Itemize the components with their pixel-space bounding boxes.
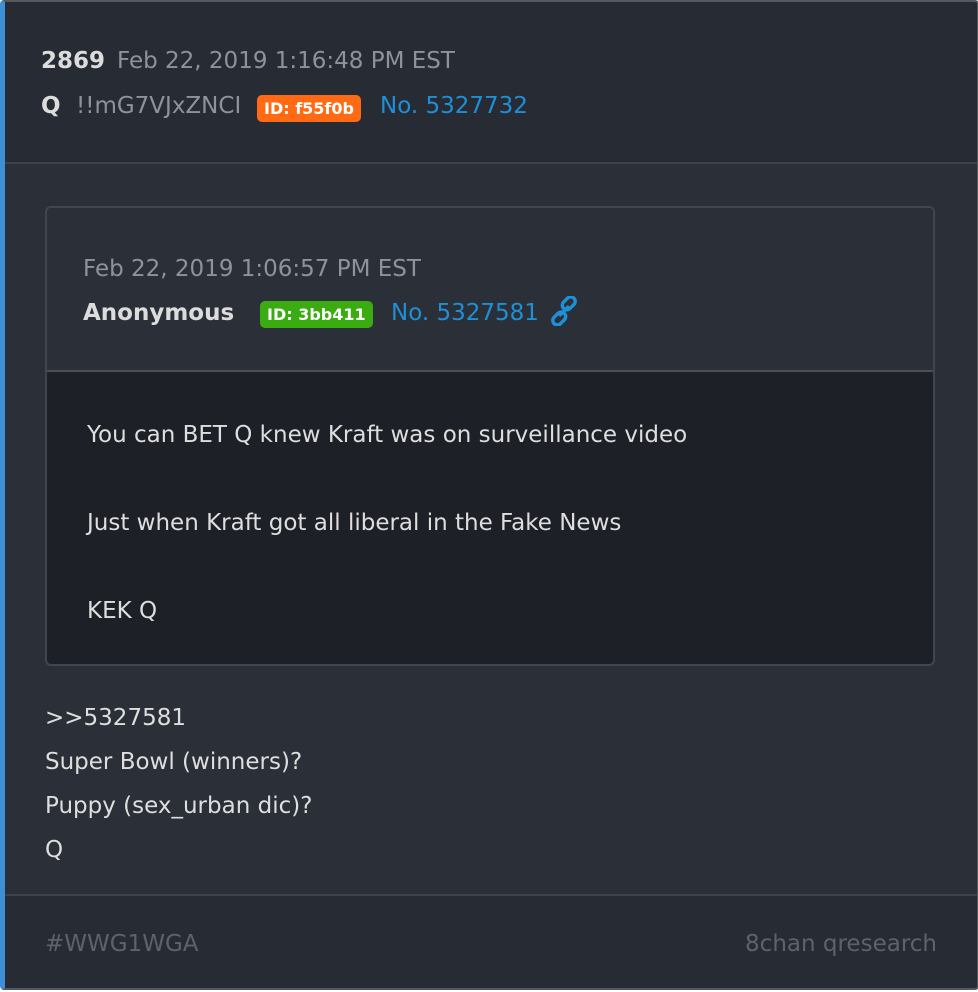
quoted-post-header: Feb 22, 2019 1:06:57 PM EST Anonymous ID… (47, 208, 933, 372)
post-date: Feb 22, 2019 1:16:48 PM EST (117, 48, 455, 74)
link-icon[interactable] (549, 295, 579, 327)
quoted-post-line: You can BET Q knew Kraft was on surveill… (87, 422, 688, 448)
quoted-post-author: Anonymous (83, 300, 235, 326)
post-body: >>5327581 Super Bowl (winners)? Puppy (s… (45, 703, 312, 879)
post-body-line: Puppy (sex_urban dic)? (45, 793, 313, 819)
post-author: Q (41, 93, 61, 119)
post-body-line: Super Bowl (winners)? (45, 749, 303, 775)
quoted-post: Feb 22, 2019 1:06:57 PM EST Anonymous ID… (45, 206, 935, 666)
quoted-post-line: Just when Kraft got all liberal in the F… (87, 510, 622, 536)
post-tripcode: !!mG7VJxZNCI (76, 93, 242, 119)
quoted-post-line: KEK Q (87, 598, 158, 624)
post-number: 2869 (41, 48, 106, 74)
post-footer: #WWG1WGA 8chan qresearch (5, 894, 977, 988)
quoted-post-body: You can BET Q knew Kraft was on surveill… (87, 420, 688, 664)
post-header: 2869 Feb 22, 2019 1:16:48 PM EST Q !!mG7… (5, 2, 977, 164)
post-body-line: >>5327581 (45, 705, 186, 731)
post-id-badge: ID: f55f0b (257, 95, 361, 122)
post-body-line: Q (45, 837, 64, 863)
board-source: 8chan qresearch (745, 931, 937, 957)
post-card: 2869 Feb 22, 2019 1:16:48 PM EST Q !!mG7… (0, 0, 978, 990)
quoted-post-number-link[interactable]: No. 5327581 (391, 300, 539, 326)
quoted-post-date: Feb 22, 2019 1:06:57 PM EST (83, 256, 421, 282)
quoted-post-id-badge: ID: 3bb411 (260, 301, 373, 328)
hashtag: #WWG1WGA (45, 931, 199, 957)
post-number-link[interactable]: No. 5327732 (380, 93, 528, 119)
